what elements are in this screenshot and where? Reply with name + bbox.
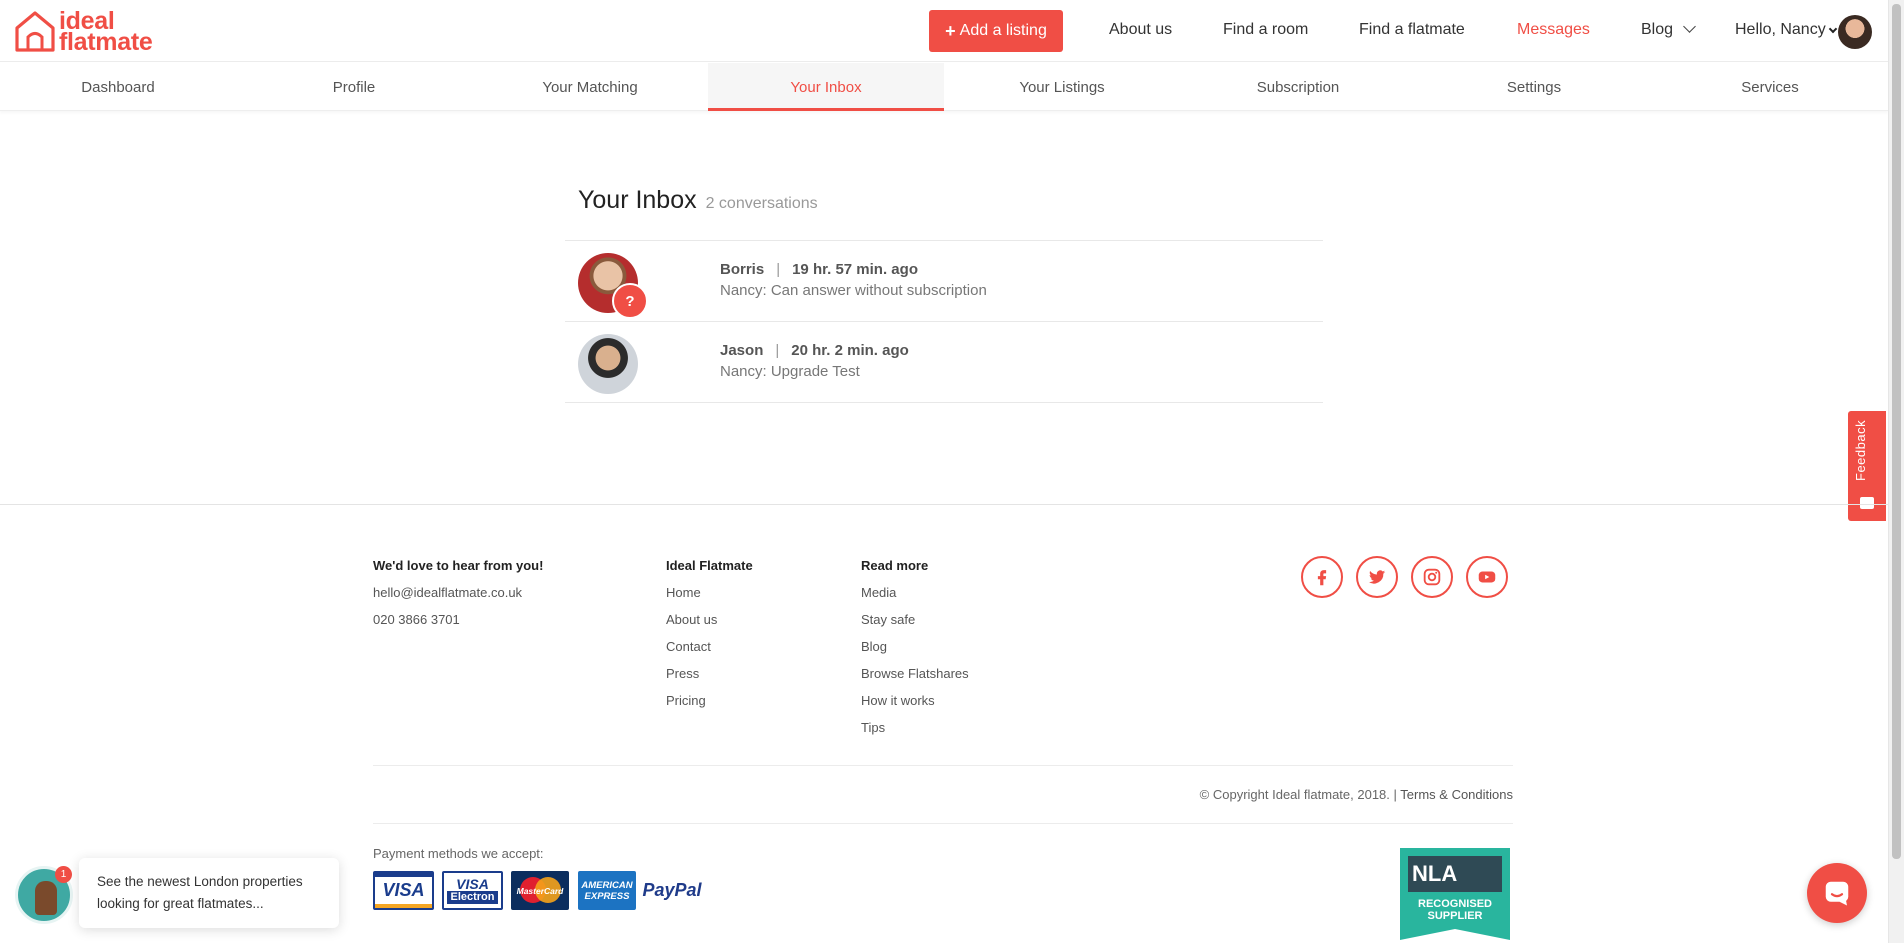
user-menu[interactable]: Hello, Nancy bbox=[1735, 21, 1837, 39]
conversation-row[interactable]: ? Borris | 19 hr. 57 min. ago Nancy: Can a… bbox=[565, 241, 1323, 322]
tab-your-inbox[interactable]: Your Inbox bbox=[708, 63, 944, 111]
mastercard-logo: MasterCard bbox=[511, 871, 569, 910]
footer-link-stay-safe[interactable]: Stay safe bbox=[861, 606, 969, 633]
paypal-logo: PayPal bbox=[642, 880, 702, 900]
tab-profile[interactable]: Profile bbox=[236, 63, 472, 110]
twitter-icon[interactable] bbox=[1356, 556, 1398, 598]
instagram-icon[interactable] bbox=[1411, 556, 1453, 598]
footer-link-contact[interactable]: Contact bbox=[666, 633, 753, 660]
footer-heading: Ideal Flatmate bbox=[666, 558, 753, 573]
footer-link-how-it-works[interactable]: How it works bbox=[861, 687, 969, 714]
house-logo-icon bbox=[15, 11, 55, 52]
tab-services[interactable]: Services bbox=[1652, 63, 1888, 110]
chat-icon bbox=[1860, 497, 1874, 509]
footer-link-blog[interactable]: Blog bbox=[861, 633, 969, 660]
nav-messages[interactable]: Messages bbox=[1517, 21, 1590, 39]
message-time: 19 hr. 57 min. ago bbox=[792, 261, 918, 278]
page-title: Your Inbox 2 conversations bbox=[578, 186, 818, 214]
top-header: ideal flatmate + Add a listing About us … bbox=[0, 0, 1888, 62]
footer-email-link[interactable]: hello@idealflatmate.co.uk bbox=[373, 579, 543, 606]
logo-wordmark: ideal flatmate bbox=[59, 7, 153, 56]
add-listing-button[interactable]: + Add a listing bbox=[929, 10, 1063, 52]
nav-find-flatmate[interactable]: Find a flatmate bbox=[1359, 21, 1465, 39]
page-scrollbar[interactable] bbox=[1888, 0, 1904, 943]
footer-phone[interactable]: 020 3866 3701 bbox=[373, 606, 543, 633]
tab-settings[interactable]: Settings bbox=[1416, 63, 1652, 110]
sender-name: Jason bbox=[720, 342, 764, 359]
footer-contact: We'd love to hear from you! hello@idealf… bbox=[373, 558, 543, 633]
footer-link-about[interactable]: About us bbox=[666, 606, 753, 633]
amex-logo: AMERICAN EXPRESS bbox=[578, 871, 636, 910]
footer-link-pricing[interactable]: Pricing bbox=[666, 687, 753, 714]
footer-read-more: Read more Media Stay safe Blog Browse Fl… bbox=[861, 558, 969, 741]
youtube-icon[interactable] bbox=[1466, 556, 1508, 598]
conversation-count: 2 conversations bbox=[705, 195, 818, 212]
nla-logo: NLA bbox=[1408, 856, 1502, 892]
footer-link-home[interactable]: Home bbox=[666, 579, 753, 606]
footer-heading: We'd love to hear from you! bbox=[373, 558, 544, 573]
scrollbar-thumb[interactable] bbox=[1892, 4, 1901, 859]
chevron-down-icon bbox=[1828, 24, 1837, 34]
question-badge-icon: ? bbox=[612, 283, 648, 319]
site-logo[interactable]: ideal flatmate bbox=[14, 7, 153, 56]
user-avatar[interactable] bbox=[1838, 15, 1872, 49]
message-preview: Nancy: Can answer without subscription bbox=[720, 282, 987, 299]
nav-blog-dropdown[interactable]: Blog bbox=[1641, 20, 1696, 39]
payment-label: Payment methods we accept: bbox=[373, 846, 544, 861]
plus-icon: + bbox=[945, 20, 956, 41]
terms-link[interactable]: Terms & Conditions bbox=[1400, 787, 1513, 802]
visa-electron-logo: VISA Electron bbox=[442, 871, 503, 910]
conversation-list: ? Borris | 19 hr. 57 min. ago Nancy: Can a… bbox=[565, 240, 1323, 403]
tab-dashboard[interactable]: Dashboard bbox=[0, 63, 236, 110]
notification-badge: 1 bbox=[55, 866, 72, 883]
footer-ideal-flatmate: Ideal Flatmate Home About us Contact Pre… bbox=[666, 558, 753, 714]
tab-your-matching[interactable]: Your Matching bbox=[472, 63, 708, 110]
chat-icon bbox=[1825, 881, 1849, 906]
sender-name: Borris bbox=[720, 261, 765, 278]
footer-link-media[interactable]: Media bbox=[861, 579, 969, 606]
tab-your-listings[interactable]: Your Listings bbox=[944, 63, 1180, 110]
nla-supplier-badge: NLA RECOGNISED SUPPLIER bbox=[1400, 848, 1510, 940]
message-time: 20 hr. 2 min. ago bbox=[791, 342, 909, 359]
tab-subscription[interactable]: Subscription bbox=[1180, 63, 1416, 110]
facebook-icon[interactable] bbox=[1301, 556, 1343, 598]
footer-link-browse-flatshares[interactable]: Browse Flatshares bbox=[861, 660, 969, 687]
footer-link-press[interactable]: Press bbox=[666, 660, 753, 687]
account-tabs: Dashboard Profile Your Matching Your Inb… bbox=[0, 63, 1888, 111]
footer-heading: Read more bbox=[861, 558, 929, 573]
promo-message[interactable]: See the newest London properties looking… bbox=[79, 858, 339, 928]
conversation-row[interactable]: Jason | 20 hr. 2 min. ago Nancy: Upgrade T… bbox=[565, 322, 1323, 403]
conversation-header: Jason | 20 hr. 2 min. ago bbox=[720, 342, 909, 359]
footer-divider bbox=[373, 823, 1513, 824]
footer-link-tips[interactable]: Tips bbox=[861, 714, 969, 741]
message-preview: Nancy: Upgrade Test bbox=[720, 363, 860, 380]
footer-divider bbox=[0, 504, 1888, 505]
nav-find-room[interactable]: Find a room bbox=[1223, 21, 1308, 39]
chat-launcher-button[interactable] bbox=[1807, 863, 1867, 923]
visa-logo: VISA bbox=[373, 871, 434, 910]
copyright-text: © Copyright Ideal flatmate, 2018. | Term… bbox=[1199, 787, 1513, 802]
chevron-down-icon bbox=[1683, 20, 1696, 33]
conversation-header: Borris | 19 hr. 57 min. ago bbox=[720, 261, 918, 278]
avatar bbox=[578, 334, 638, 394]
footer-divider bbox=[373, 765, 1513, 766]
nav-about-us[interactable]: About us bbox=[1109, 21, 1172, 39]
